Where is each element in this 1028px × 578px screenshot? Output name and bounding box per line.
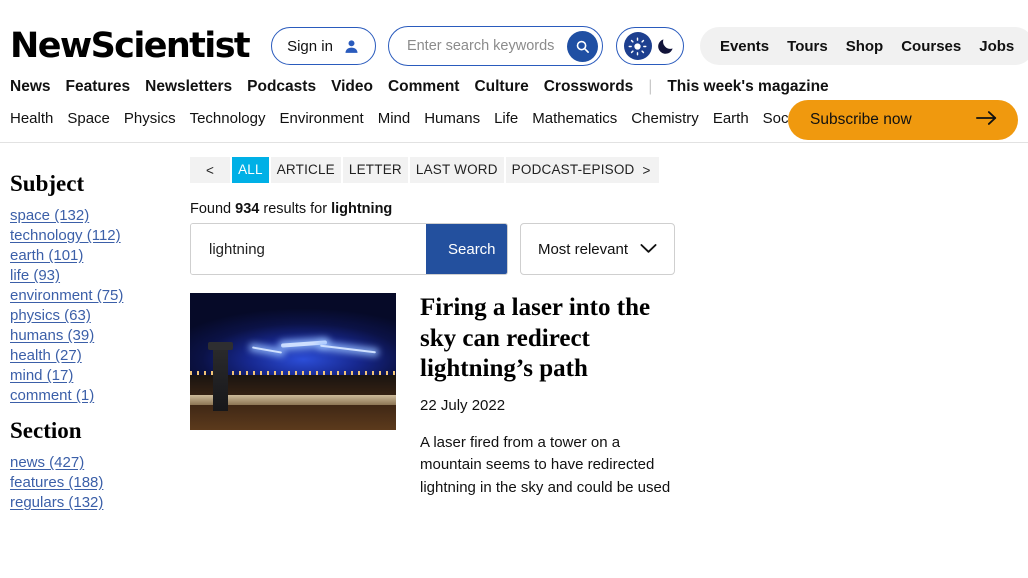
result-text: Firing a laser into the sky can redirect… (420, 293, 1028, 500)
found-prefix: Found (190, 201, 236, 217)
primary-nav: News Features Newsletters Podcasts Video… (0, 72, 1028, 102)
nav-culture[interactable]: Culture (474, 78, 528, 96)
type-tab-all[interactable]: ALL (230, 157, 269, 183)
results-column: < ALL ARTICLE LETTER LAST WORD PODCAST-E… (190, 157, 1028, 511)
results-search-label: Search (448, 240, 496, 258)
subnav-physics[interactable]: Physics (124, 110, 176, 127)
site-logo[interactable]: NewScientist (10, 28, 251, 64)
sort-dropdown[interactable]: Most relevant (520, 223, 675, 275)
nav-divider: | (648, 78, 653, 95)
nav-crosswords[interactable]: Crosswords (544, 78, 634, 96)
sign-in-button[interactable]: Sign in (271, 27, 376, 65)
subnav-life[interactable]: Life (494, 110, 518, 127)
type-tab-article[interactable]: ARTICLE (268, 157, 341, 183)
result-excerpt: A laser fired from a tower on a mountain… (420, 433, 671, 497)
arrow-right-icon (976, 110, 998, 131)
thumbnail-tower (207, 341, 233, 411)
facet-environment[interactable]: environment (75) (10, 287, 190, 304)
facet-space[interactable]: space (132) (10, 207, 190, 224)
type-filter-prev[interactable]: < (190, 163, 230, 178)
facet-technology[interactable]: technology (112) (10, 227, 190, 244)
theme-toggle[interactable] (615, 27, 684, 65)
moon-icon[interactable] (656, 36, 676, 56)
search-submit-button[interactable] (566, 30, 598, 62)
subnav-earth[interactable]: Earth (713, 110, 749, 127)
subnav-health[interactable]: Health (10, 110, 53, 127)
subnav-mind[interactable]: Mind (378, 110, 411, 127)
facet-comment[interactable]: comment (1) (10, 387, 190, 404)
found-middle: results for (259, 201, 332, 217)
subnav-mathematics[interactable]: Mathematics (532, 110, 617, 127)
subscribe-button[interactable]: Subscribe now (788, 100, 1018, 140)
type-tab-podcast-episode[interactable]: PODCAST-EPISOD (503, 157, 641, 183)
nav-video[interactable]: Video (331, 78, 373, 96)
facet-life[interactable]: life (93) (10, 267, 190, 284)
result-date: 22 July 2022 (420, 396, 506, 414)
nav-features[interactable]: Features (66, 78, 131, 96)
found-query: lightning (331, 201, 393, 217)
type-filter-bar: < ALL ARTICLE LETTER LAST WORD PODCAST-E… (190, 157, 659, 183)
results-search-row: Search Most relevant (190, 223, 1028, 275)
result-item[interactable]: Firing a laser into the sky can redirect… (190, 293, 1028, 500)
util-nav-jobs[interactable]: Jobs (979, 38, 1014, 55)
facet-physics[interactable]: physics (63) (10, 307, 190, 324)
utility-nav: Events Tours Shop Courses Jobs (699, 27, 1028, 65)
subject-facet-list: space (132) technology (112) earth (101)… (10, 207, 190, 404)
masthead: NewScientist Sign in Events Tours Shop (0, 0, 1028, 72)
nav-newsletters[interactable]: Newsletters (145, 78, 232, 96)
subnav-humans[interactable]: Humans (424, 110, 480, 127)
type-filter-next[interactable]: > (641, 163, 659, 178)
facet-news[interactable]: news (427) (10, 454, 190, 471)
subnav-space[interactable]: Space (67, 110, 110, 127)
util-nav-shop[interactable]: Shop (846, 38, 884, 55)
type-tab-letter[interactable]: LETTER (340, 157, 408, 183)
nav-comment[interactable]: Comment (388, 78, 459, 96)
sign-in-label: Sign in (287, 37, 333, 55)
facet-regulars[interactable]: regulars (132) (10, 494, 190, 511)
sun-icon[interactable] (623, 32, 652, 60)
facet-mind[interactable]: mind (17) (10, 367, 190, 384)
results-search-box[interactable]: Search (190, 223, 508, 275)
facet-earth[interactable]: earth (101) (10, 247, 190, 264)
type-tab-last-word[interactable]: LAST WORD (407, 157, 504, 183)
found-count: 934 (235, 201, 260, 217)
facet-features[interactable]: features (188) (10, 474, 190, 491)
subscribe-label: Subscribe now (810, 111, 912, 128)
chevron-down-icon (640, 241, 657, 258)
nav-news[interactable]: News (10, 78, 51, 96)
nav-this-weeks-magazine[interactable]: This week's magazine (667, 78, 828, 96)
search-input[interactable] (404, 37, 567, 55)
facet-sidebar: Subject space (132) technology (112) ear… (0, 157, 190, 511)
section-facet-title: Section (10, 418, 82, 443)
result-title[interactable]: Firing a laser into the sky can redirect… (420, 293, 670, 385)
facet-humans[interactable]: humans (39) (10, 327, 190, 344)
facet-health[interactable]: health (27) (10, 347, 190, 364)
results-search-input[interactable] (191, 224, 426, 274)
subnav-technology[interactable]: Technology (190, 110, 266, 127)
subject-facet-title: Subject (10, 171, 85, 196)
result-thumbnail[interactable] (190, 293, 396, 430)
util-nav-tours[interactable]: Tours (787, 38, 828, 55)
sort-value: Most relevant (537, 240, 629, 258)
section-facet-list: news (427) features (188) regulars (132) (10, 454, 190, 511)
results-count: Found 934 results for lightning (190, 201, 1028, 217)
util-nav-courses[interactable]: Courses (901, 38, 961, 55)
nav-podcasts[interactable]: Podcasts (247, 78, 316, 96)
search-results-page: NewScientist Sign in Events Tours Shop (0, 0, 1028, 578)
page-body: Subject space (132) technology (112) ear… (0, 143, 1028, 511)
util-nav-events[interactable]: Events (720, 38, 769, 55)
results-search-button[interactable]: Search (426, 224, 507, 274)
user-icon (343, 38, 360, 55)
subnav-environment[interactable]: Environment (279, 110, 363, 127)
header-search[interactable] (387, 26, 603, 66)
subnav-chemistry[interactable]: Chemistry (631, 110, 699, 127)
